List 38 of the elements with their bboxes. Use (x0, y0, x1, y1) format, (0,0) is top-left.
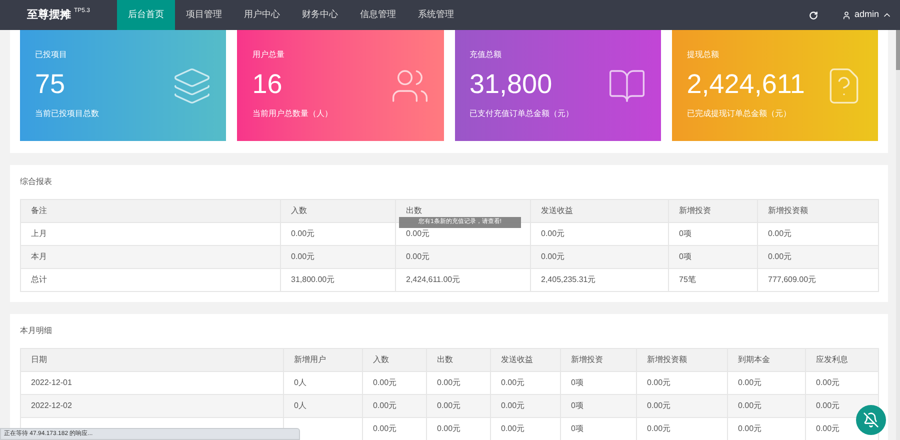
nav-tab[interactable]: 信息管理 (349, 0, 407, 30)
scrollbar[interactable] (896, 30, 900, 70)
column-header: 日期 (20, 348, 284, 372)
table-cell: 777,609.00元 (758, 268, 878, 292)
card-title: 已投项目 (35, 49, 68, 61)
card-value: 75 (35, 68, 66, 101)
refresh-icon[interactable] (809, 10, 818, 20)
table-cell: 2,424,611.00元 (396, 268, 530, 292)
column-header: 新增投资额 (758, 200, 878, 222)
user-menu[interactable]: admin (842, 8, 892, 22)
card-value: 31,800 (470, 68, 552, 101)
user-icon (842, 10, 852, 20)
card-value: 2,424,611 (686, 68, 805, 101)
card-note: 当前已投项目总数 (35, 108, 100, 120)
column-header: 备注 (20, 200, 280, 222)
card-note: 当前用户总数量（人） (252, 108, 334, 120)
bell-off-icon (863, 412, 879, 428)
table-cell: 2,405,235.31元 (530, 268, 668, 292)
nav-tab[interactable]: 用户中心 (233, 0, 291, 30)
panel-title: 本月明细 (20, 325, 53, 337)
table-cell: 75笔 (668, 268, 758, 292)
card-note: 已支付充值订单总金额（元） (470, 108, 574, 120)
panel-title: 综合报表 (20, 176, 53, 188)
table-cell: 31,800.00元 (280, 268, 396, 292)
nav-tab[interactable]: 后台首页 (117, 0, 175, 30)
card-title: 用户总量 (252, 49, 286, 61)
nav-tab[interactable]: 系统管理 (407, 0, 465, 30)
card-value: 16 (252, 68, 282, 101)
card-title: 充值总额 (470, 49, 502, 61)
column-header: 发送收益 (530, 200, 668, 222)
column-header: 入数 (280, 200, 396, 222)
card-note: 已完成提现订单总金额（元） (686, 108, 792, 120)
layers-icon (172, 66, 212, 106)
logo: 至尊摆摊 (27, 8, 71, 23)
table-cell: 总计 (20, 268, 280, 292)
nav-tab[interactable]: 项目管理 (175, 0, 233, 30)
card-title: 提现总额 (686, 49, 720, 61)
nav-tab[interactable]: 财务中心 (291, 0, 349, 30)
